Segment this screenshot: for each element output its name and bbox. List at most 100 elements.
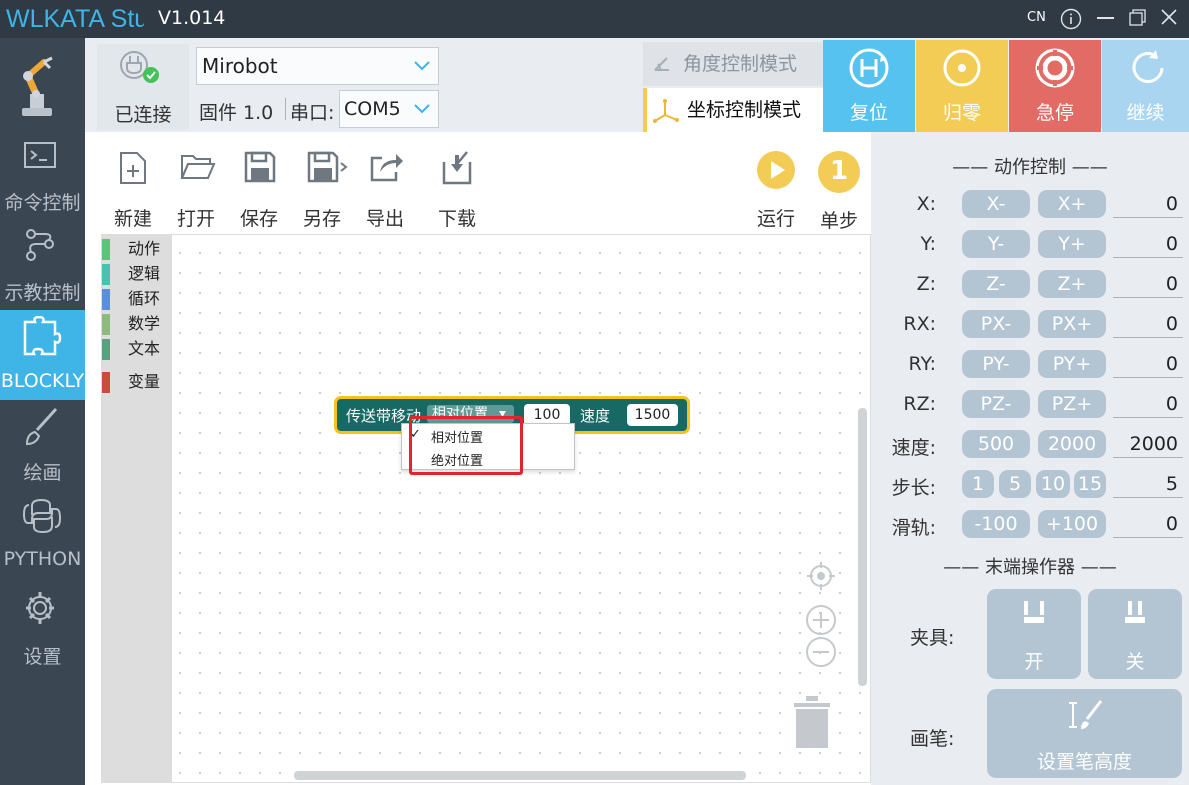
step-row-label: 步长: (891, 477, 936, 499)
tab-angle-mode[interactable]: 角度控制模式 (643, 42, 823, 86)
gripper-open-button[interactable]: 开 (987, 589, 1081, 679)
category-swatch (102, 339, 110, 360)
new-label: 新建 (113, 208, 152, 230)
robot-select[interactable]: Mirobot (196, 47, 439, 85)
category-swatch (102, 264, 110, 285)
run-label: 运行 (756, 208, 795, 230)
zoom-in-icon[interactable] (804, 603, 838, 637)
x-minus-button[interactable]: X- (962, 190, 1030, 218)
category-swatch (102, 289, 110, 310)
speed-input[interactable]: 1500 (627, 404, 678, 426)
port-label: 串口: (290, 102, 335, 124)
sidebar-item-label: 设置 (23, 646, 62, 668)
sidebar-item-robot[interactable] (0, 42, 85, 132)
axis-label-rx: RX: (903, 313, 936, 335)
rz-value-field[interactable]: 0 (1113, 390, 1183, 418)
axis-label-ry: RY: (908, 353, 936, 375)
speed-2000-button[interactable]: 2000 (1038, 430, 1106, 458)
category-math[interactable]: 数学 (101, 312, 172, 336)
teach-path-icon (26, 229, 54, 261)
ry-minus-button[interactable]: PY- (962, 350, 1030, 378)
recenter-icon[interactable] (806, 561, 836, 591)
category-text[interactable]: 文本 (101, 337, 172, 361)
sidebar-item-python[interactable]: PYTHON (0, 490, 85, 580)
category-label: 动作 (128, 239, 161, 258)
minimize-icon[interactable] (1097, 17, 1114, 19)
category-logic[interactable]: 逻辑 (101, 262, 172, 286)
category-loop[interactable]: 循环 (101, 287, 172, 311)
highlight-box (409, 416, 523, 475)
close-icon[interactable] (1160, 8, 1178, 30)
angle-icon (654, 57, 669, 71)
trash-icon[interactable] (790, 693, 834, 749)
vertical-scrollbar[interactable] (858, 408, 867, 686)
emergency-stop-label: 急停 (1035, 102, 1074, 124)
x-plus-button[interactable]: X+ (1038, 190, 1106, 218)
sidebar-item-command[interactable]: 命令控制 (0, 132, 85, 222)
language-toggle[interactable]: CN (1027, 10, 1046, 25)
y-plus-button[interactable]: Y+ (1038, 230, 1106, 258)
port-select[interactable]: COM5 (339, 90, 439, 128)
rail-minus-button[interactable]: -100 (962, 510, 1030, 538)
save-as-icon (307, 151, 348, 183)
rx-value-field[interactable]: 0 (1113, 310, 1183, 338)
category-label: 逻辑 (128, 264, 161, 283)
step-10-button[interactable]: 10 (1036, 470, 1070, 498)
category-motion[interactable]: 动作 (101, 237, 172, 261)
maximize-icon[interactable] (1128, 8, 1148, 32)
y-minus-button[interactable]: Y- (962, 230, 1030, 258)
ry-value-field[interactable]: 0 (1113, 350, 1183, 378)
export-icon (370, 154, 403, 182)
set-pen-height-button[interactable]: 设置笔高度 (987, 689, 1182, 778)
sidebar-item-teach[interactable]: 示教控制 (0, 222, 85, 312)
blockly-workspace[interactable] (101, 234, 871, 783)
chevron-down-icon (414, 104, 430, 114)
z-value-field[interactable]: 0 (1113, 270, 1183, 298)
info-icon[interactable] (1060, 8, 1082, 35)
home-zero-button[interactable]: 归零 (916, 40, 1008, 132)
z-minus-button[interactable]: Z- (962, 270, 1030, 298)
sidebar-item-label: 绘画 (23, 462, 62, 484)
speed-value-field[interactable]: 2000 (1113, 430, 1183, 458)
rail-value-field[interactable]: 0 (1113, 510, 1183, 538)
step-number: 1 (829, 156, 849, 186)
zoom-out-icon[interactable] (804, 635, 838, 669)
save-icon (244, 151, 276, 183)
chevron-down-icon (414, 61, 430, 71)
axis-label-y: Y: (920, 233, 936, 255)
horizontal-scrollbar[interactable] (294, 771, 746, 780)
category-label: 文本 (128, 339, 161, 358)
step-15-button[interactable]: 15 (1074, 470, 1106, 498)
rail-plus-button[interactable]: +100 (1038, 510, 1106, 538)
sidebar-item-settings[interactable]: 设置 (0, 580, 85, 670)
category-label: 循环 (128, 289, 161, 308)
rz-plus-button[interactable]: PZ+ (1038, 390, 1106, 418)
step-5-button[interactable]: 5 (999, 470, 1031, 498)
category-label: 数学 (128, 314, 161, 333)
sidebar-item-blockly[interactable]: BLOCKLY (0, 310, 85, 400)
rx-plus-button[interactable]: PX+ (1038, 310, 1106, 338)
puzzle-icon (23, 316, 62, 356)
step-1-button[interactable]: 1 (962, 470, 994, 498)
emergency-stop-button[interactable]: 急停 (1009, 40, 1101, 132)
reset-button[interactable]: 复位 (823, 40, 915, 132)
step-value-field[interactable]: 5 (1113, 470, 1183, 498)
tab-coord-label: 坐标控制模式 (687, 99, 802, 121)
export-label: 导出 (365, 208, 404, 230)
gripper-close-button[interactable]: 关 (1088, 589, 1182, 679)
ry-plus-button[interactable]: PY+ (1038, 350, 1106, 378)
stop-icon (1035, 48, 1075, 88)
continue-button[interactable]: 继续 (1102, 40, 1189, 132)
category-variable[interactable]: 变量 (101, 370, 172, 394)
sidebar-item-draw[interactable]: 绘画 (0, 400, 85, 490)
z-plus-button[interactable]: Z+ (1038, 270, 1106, 298)
step-label: 单步 (819, 210, 858, 232)
x-value-field[interactable]: 0 (1113, 190, 1183, 218)
rx-minus-button[interactable]: PX- (962, 310, 1030, 338)
target-icon (943, 49, 981, 87)
rz-minus-button[interactable]: PZ- (962, 390, 1030, 418)
speed-row-label: 速度: (891, 437, 936, 459)
tab-coord-mode[interactable]: 坐标控制模式 (643, 88, 823, 132)
speed-500-button[interactable]: 500 (962, 430, 1030, 458)
y-value-field[interactable]: 0 (1113, 230, 1183, 258)
